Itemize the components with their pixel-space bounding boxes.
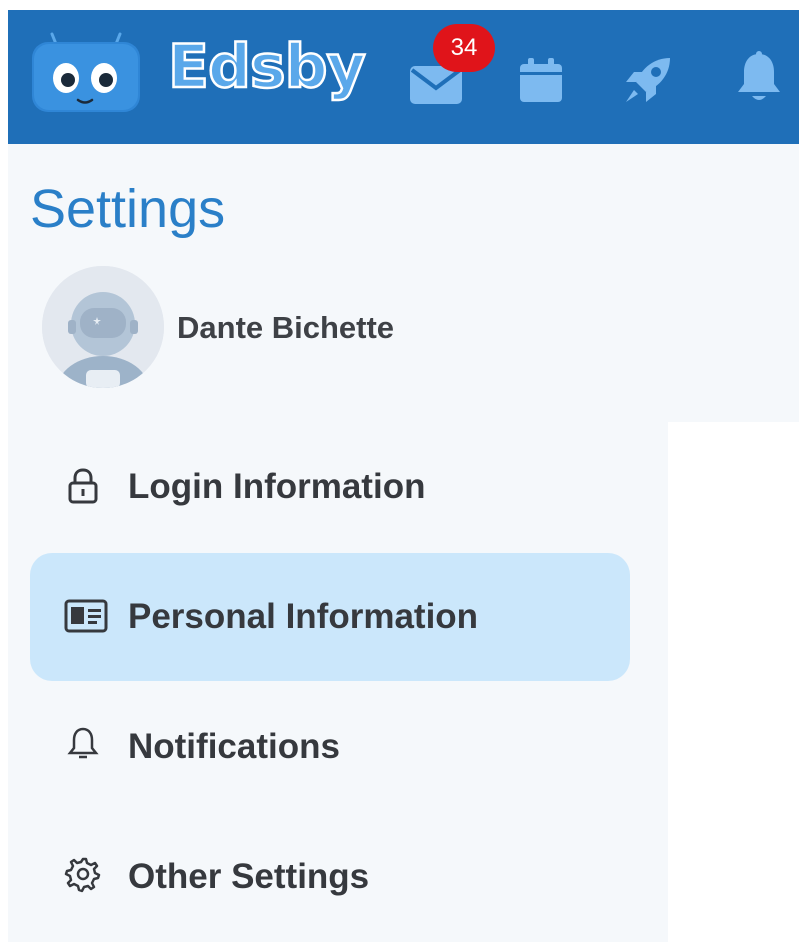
mail-badge: 34 bbox=[433, 24, 495, 72]
content-panel bbox=[668, 422, 799, 942]
nav-item-label: Personal Information bbox=[128, 597, 479, 636]
nav-item-label: Login Information bbox=[128, 467, 426, 506]
nav-item-other-settings[interactable]: Other Settings bbox=[30, 813, 630, 941]
bell-outline-icon bbox=[67, 727, 99, 759]
gear-icon bbox=[64, 857, 101, 893]
calendar-icon[interactable] bbox=[518, 56, 564, 104]
bell-icon[interactable] bbox=[734, 50, 784, 106]
lock-icon bbox=[68, 468, 98, 504]
top-bar: Edsby 34 bbox=[8, 10, 799, 144]
rocket-icon[interactable] bbox=[620, 52, 676, 108]
app-name[interactable]: Edsby bbox=[167, 36, 367, 99]
page-title: Settings bbox=[30, 179, 226, 239]
nav-item-label: Other Settings bbox=[128, 857, 370, 896]
user-name: Dante Bichette bbox=[177, 310, 395, 345]
astronaut-avatar-icon bbox=[42, 266, 164, 388]
nav-item-login-information[interactable]: Login Information bbox=[30, 423, 630, 551]
app-window: Edsby 34 Settings Dante Bichette Login I… bbox=[8, 10, 799, 942]
nav-item-notifications[interactable]: Notifications bbox=[30, 683, 630, 811]
edsby-logo-icon[interactable] bbox=[30, 32, 142, 114]
nav-item-personal-information[interactable]: Personal Information bbox=[30, 553, 630, 681]
id-card-icon bbox=[64, 599, 108, 633]
avatar[interactable] bbox=[42, 266, 164, 388]
nav-item-label: Notifications bbox=[128, 727, 340, 766]
